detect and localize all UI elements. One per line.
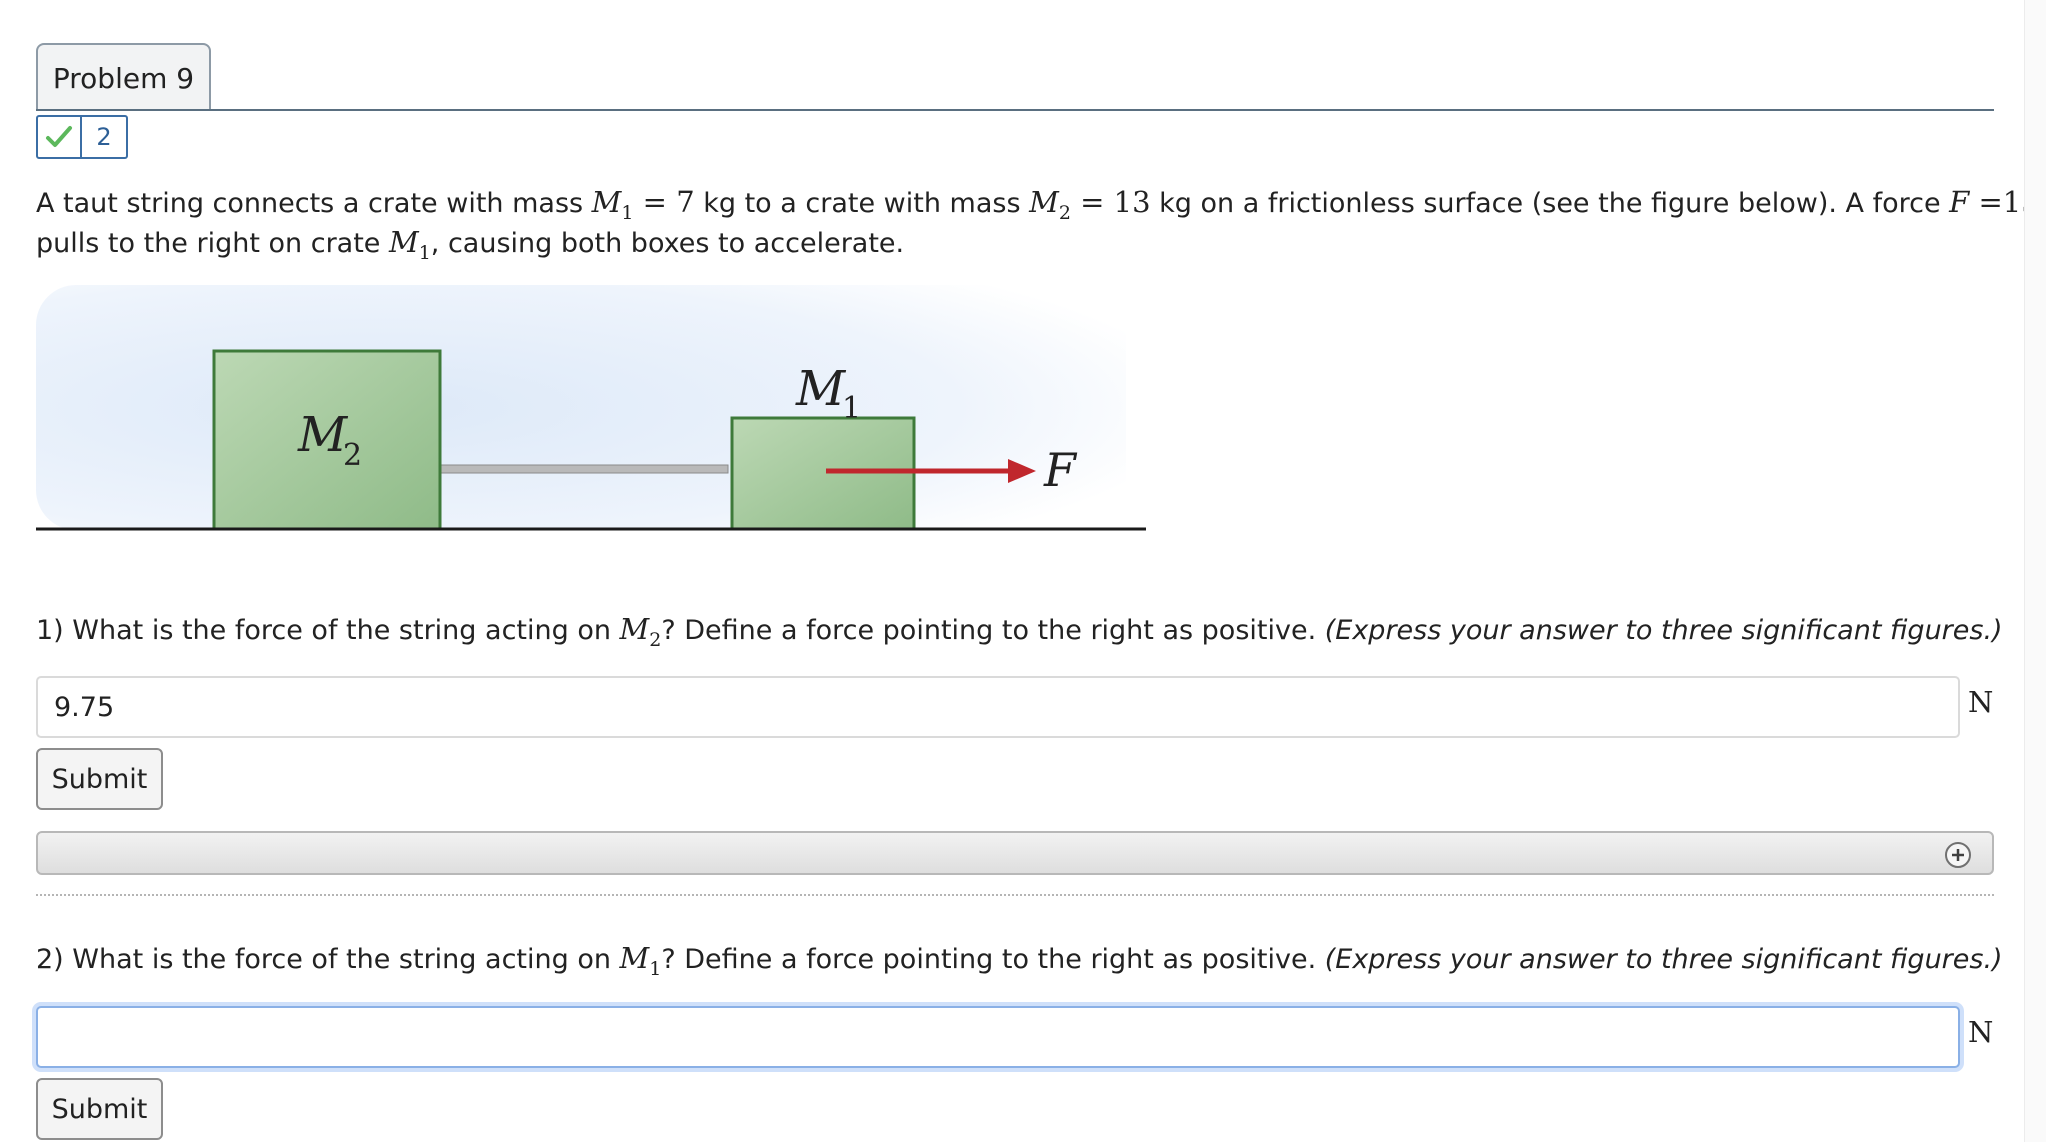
crates-figure: M 2 M 1 F (36, 285, 1146, 535)
label-force: F (1043, 443, 1078, 497)
answer-1-input[interactable] (36, 676, 1960, 738)
submit-2-button[interactable]: Submit (36, 1078, 163, 1140)
tab-underline (36, 109, 1994, 111)
expand-plus-icon[interactable] (1944, 841, 1972, 873)
submit-1-button[interactable]: Submit (36, 748, 163, 810)
label-m1-subscript: 1 (842, 391, 861, 426)
question-1-text: 1) What is the force of the string actin… (36, 612, 2003, 651)
answer-2-unit: N (1968, 1015, 1994, 1049)
string (431, 464, 729, 474)
section-divider (36, 894, 1994, 896)
page-scrollbar[interactable] (2024, 0, 2046, 1142)
tab-label: Problem 9 (52, 61, 195, 95)
feedback-accordion[interactable] (36, 831, 1994, 875)
figure-background (36, 285, 1126, 530)
question-2-text: 2) What is the force of the string actin… (36, 941, 2003, 980)
attempt-status: 2 (36, 115, 128, 159)
tab-problem-9[interactable]: Problem 9 (36, 43, 211, 111)
answer-2-input[interactable] (36, 1006, 1960, 1068)
check-icon (38, 117, 82, 157)
problem-statement-line2: pulls to the right on crate M1, causing … (36, 225, 905, 264)
label-m2: M (297, 407, 349, 463)
attempt-count: 2 (96, 123, 112, 151)
answer-1-unit: N (1968, 685, 1994, 719)
label-m1: M (795, 361, 847, 417)
label-m2-subscript: 2 (343, 438, 362, 473)
